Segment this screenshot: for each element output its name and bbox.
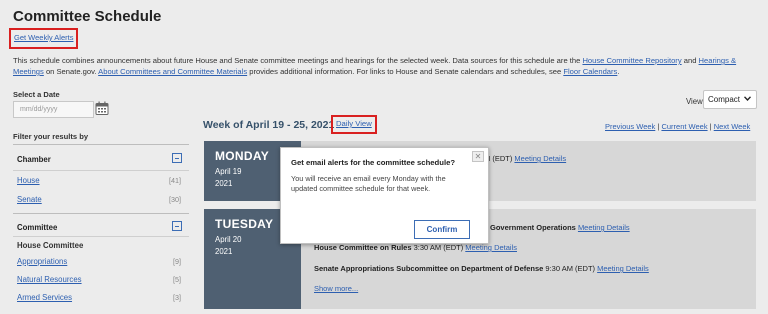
confirm-button[interactable]: Confirm <box>414 220 470 239</box>
intro-end: . <box>617 67 620 76</box>
view-label: View <box>686 97 703 106</box>
current-week-link[interactable]: Current Week <box>661 122 707 131</box>
view-select[interactable]: Compact <box>703 90 757 109</box>
filter-item-count: [3] <box>173 293 181 302</box>
show-more-link[interactable]: Show more... <box>314 284 358 293</box>
meeting-details-link[interactable]: Meeting Details <box>514 154 566 163</box>
meeting-time: 9:30 AM (EDT) <box>543 264 598 273</box>
filter-item-senate[interactable]: Senate [30] <box>17 195 181 204</box>
view-select-value: Compact <box>708 95 741 104</box>
daily-view-link[interactable]: Daily View <box>336 119 372 128</box>
meeting-details-link[interactable]: Meeting Details <box>578 223 630 232</box>
chamber-heading: Chamber <box>17 155 51 164</box>
filter-item-appropriations[interactable]: Appropriations [9] <box>17 257 181 266</box>
filter-item-natural-resources[interactable]: Natural Resources [5] <box>17 275 181 284</box>
meeting-entry: House Committee on Rules 3:30 AM (EDT) M… <box>314 243 517 252</box>
filter-item-label[interactable]: Senate <box>17 195 42 204</box>
show-more-entry: Show more... <box>314 284 358 293</box>
email-alert-modal: Get email alerts for the committee sched… <box>280 147 489 244</box>
divider <box>13 170 189 171</box>
meeting-entry: M (EDT) Meeting Details <box>484 154 566 163</box>
weekly-alerts-highlight: Get Weekly Alerts <box>9 28 79 49</box>
date-input[interactable]: mm/dd/yyyy <box>13 101 94 118</box>
modal-title: Get email alerts for the committee sched… <box>291 158 456 167</box>
about-committees-link[interactable]: About Committees and Committee Materials <box>98 67 247 76</box>
week-title: Week of April 19 - 25, 2021 <box>203 119 335 131</box>
filter-title: Filter your results by <box>13 132 89 141</box>
meeting-title: House Committee on Rules <box>314 243 414 252</box>
filter-item-count: [9] <box>173 257 181 266</box>
intro-part2: on Senate.gov. <box>43 67 99 76</box>
meeting-details-link[interactable]: Meeting Details <box>465 243 517 252</box>
floor-calendars-link[interactable]: Floor Calendars <box>563 67 617 76</box>
chevron-down-icon <box>744 96 751 101</box>
page-title: Committee Schedule <box>13 8 162 25</box>
get-weekly-alerts-link[interactable]: Get Weekly Alerts <box>14 33 73 42</box>
divider <box>13 213 189 214</box>
select-date-label: Select a Date <box>13 90 60 99</box>
filter-item-count: [5] <box>173 275 181 284</box>
collapse-committee-icon[interactable] <box>172 221 182 231</box>
meeting-title: Government Operations <box>490 223 578 232</box>
house-committee-subheading: House Committee <box>17 241 84 250</box>
intro-part1: This schedule combines announcements abo… <box>13 56 583 65</box>
intro-part3: provides additional information. For lin… <box>247 67 564 76</box>
committee-heading: Committee <box>17 223 58 232</box>
filter-item-label[interactable]: Appropriations <box>17 257 67 266</box>
filter-item-label[interactable]: House <box>17 176 40 185</box>
previous-week-link[interactable]: Previous Week <box>605 122 655 131</box>
close-icon[interactable]: ✕ <box>472 151 484 162</box>
filter-item-house[interactable]: House [41] <box>17 176 181 185</box>
calendar-icon[interactable] <box>95 101 109 116</box>
day-year: 2021 <box>215 247 233 256</box>
modal-body: You will receive an email every Monday w… <box>291 174 446 193</box>
divider <box>13 144 189 145</box>
meeting-details-link[interactable]: Meeting Details <box>597 264 649 273</box>
week-navigation: Previous Week | Current Week | Next Week <box>605 122 750 131</box>
divider <box>13 236 189 237</box>
meeting-time: 3:30 AM (EDT) <box>413 243 466 252</box>
filter-item-label[interactable]: Armed Services <box>17 293 72 302</box>
page: Committee Schedule Get Weekly Alerts Thi… <box>0 0 768 314</box>
filter-item-armed-services[interactable]: Armed Services [3] <box>17 293 181 302</box>
meeting-title: Senate Appropriations Subcommittee on De… <box>314 264 544 273</box>
intro-and: and <box>681 56 699 65</box>
filter-item-label[interactable]: Natural Resources <box>17 275 82 284</box>
intro-text: This schedule combines announcements abo… <box>13 55 756 77</box>
meeting-entry: Government Operations Meeting Details <box>490 223 630 232</box>
collapse-chamber-icon[interactable] <box>172 153 182 163</box>
house-committee-repository-link[interactable]: House Committee Repository <box>582 56 681 65</box>
meeting-entry: Senate Appropriations Subcommittee on De… <box>314 264 649 273</box>
daily-view-highlight: Daily View <box>331 115 377 134</box>
filter-item-count: [30] <box>169 195 181 204</box>
filter-item-count: [41] <box>169 176 181 185</box>
next-week-link[interactable]: Next Week <box>714 122 751 131</box>
